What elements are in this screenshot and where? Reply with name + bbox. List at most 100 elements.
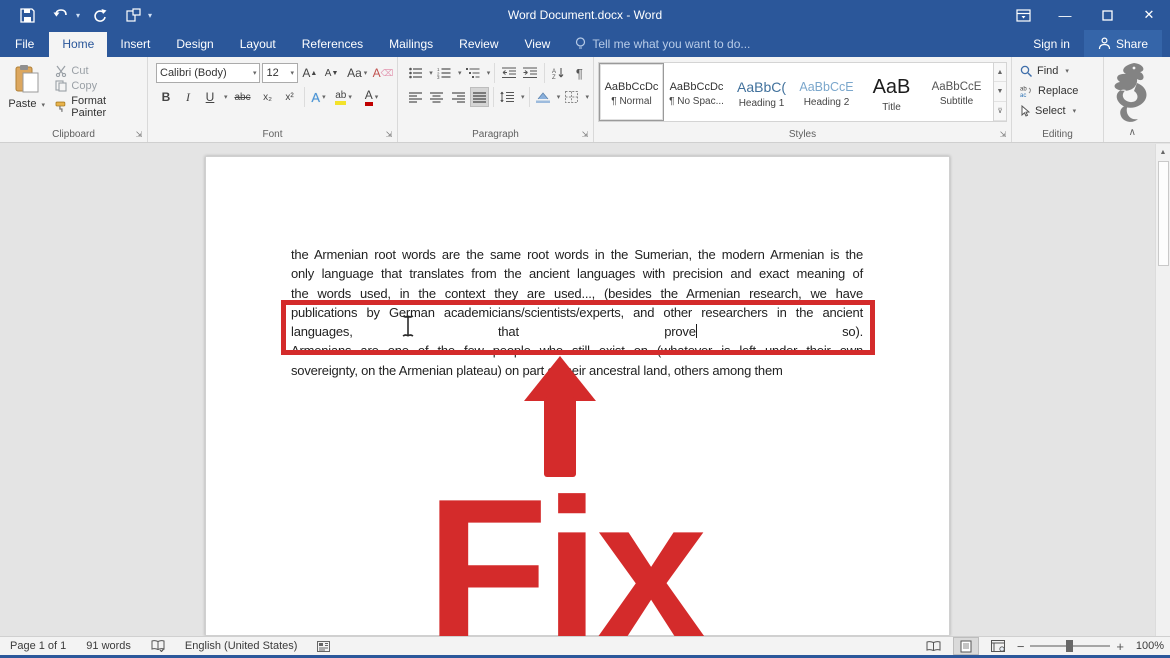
underline-dropdown-icon[interactable]: ▾: [224, 93, 228, 101]
style-title[interactable]: AaB Title: [859, 63, 924, 121]
grow-font-button[interactable]: A▲: [300, 63, 320, 83]
window-title: Word Document.docx - Word: [0, 8, 1170, 22]
ribbon: Paste ▾ Cut Copy Format Painter Clipboar…: [0, 57, 1170, 143]
replace-button[interactable]: abac Replace: [1020, 81, 1099, 101]
format-painter-label: Format Painter: [71, 95, 143, 119]
tab-insert[interactable]: Insert: [107, 32, 163, 57]
text-effects-button[interactable]: A▾: [309, 87, 329, 107]
paste-dropdown-icon[interactable]: ▾: [42, 102, 46, 109]
paragraph-dialog-launcher[interactable]: ⇲: [580, 130, 590, 140]
numbering-icon[interactable]: 123: [435, 63, 454, 83]
close-button[interactable]: ✕: [1128, 0, 1170, 30]
sort-icon[interactable]: AZ: [549, 63, 568, 83]
clipboard-dialog-launcher[interactable]: ⇲: [134, 130, 144, 140]
style-heading-2[interactable]: AaBbCcE Heading 2: [794, 63, 859, 121]
borders-icon[interactable]: [562, 87, 581, 107]
zoom-out-button[interactable]: −: [1017, 639, 1025, 654]
styles-dialog-launcher[interactable]: ⇲: [998, 130, 1008, 140]
line-spacing-icon[interactable]: [498, 87, 517, 107]
align-right-icon[interactable]: [448, 87, 467, 107]
tell-me-box[interactable]: Tell me what you want to do...: [563, 32, 762, 57]
find-button[interactable]: Find▾: [1020, 61, 1099, 81]
minimize-button[interactable]: —: [1044, 0, 1086, 30]
font-name-select[interactable]: Calibri (Body)▾: [156, 63, 260, 83]
touch-mode-icon[interactable]: [118, 2, 148, 28]
svg-text:ac: ac: [1020, 93, 1026, 97]
tab-file[interactable]: File: [0, 32, 49, 57]
shrink-font-button[interactable]: A▼: [322, 63, 342, 83]
scrollbar-thumb[interactable]: [1158, 161, 1169, 266]
align-center-icon[interactable]: [427, 87, 446, 107]
redo-icon[interactable]: [84, 2, 114, 28]
italic-button[interactable]: I: [178, 87, 198, 107]
select-button[interactable]: Select▾: [1020, 101, 1099, 121]
tab-mailings[interactable]: Mailings: [376, 32, 446, 57]
multilevel-list-icon[interactable]: [463, 63, 482, 83]
tab-review[interactable]: Review: [446, 32, 511, 57]
font-dialog-launcher[interactable]: ⇲: [384, 130, 394, 140]
share-button[interactable]: Share: [1084, 30, 1162, 57]
zoom-slider[interactable]: [1030, 645, 1110, 647]
vertical-scrollbar[interactable]: ▲: [1155, 144, 1170, 636]
web-layout-button[interactable]: [985, 637, 1011, 655]
ribbon-display-options-icon[interactable]: [1002, 0, 1044, 30]
tab-references[interactable]: References: [289, 32, 376, 57]
zoom-level[interactable]: 100%: [1130, 640, 1164, 652]
justify-icon[interactable]: [470, 87, 489, 107]
svg-text:ab: ab: [1020, 87, 1027, 93]
read-mode-button[interactable]: [921, 637, 947, 655]
show-hide-pilcrow-button[interactable]: ¶: [570, 63, 589, 83]
page-indicator[interactable]: Page 1 of 1: [0, 640, 76, 652]
zoom-in-button[interactable]: +: [1116, 639, 1124, 654]
style-normal[interactable]: AaBbCcDc ¶ Normal: [599, 63, 664, 121]
zoom-slider-thumb[interactable]: [1066, 640, 1073, 652]
decrease-indent-icon[interactable]: [499, 63, 518, 83]
superscript-button[interactable]: x²: [280, 87, 300, 107]
proofing-status[interactable]: [141, 640, 175, 652]
maximize-button[interactable]: [1086, 0, 1128, 30]
style-subtitle[interactable]: AaBbCcE Subtitle: [924, 63, 989, 121]
styles-gallery-more-icon[interactable]: ⊽: [994, 102, 1006, 121]
styles-scroll-up-icon[interactable]: ▲: [994, 63, 1006, 82]
tab-layout[interactable]: Layout: [227, 32, 289, 57]
increase-indent-icon[interactable]: [520, 63, 539, 83]
save-icon[interactable]: [12, 2, 42, 28]
font-name-value: Calibri (Body): [160, 67, 227, 79]
status-bar: Page 1 of 1 91 words English (United Sta…: [0, 636, 1170, 658]
tab-design[interactable]: Design: [163, 32, 226, 57]
font-size-select[interactable]: 12▾: [262, 63, 298, 83]
change-case-button[interactable]: Aa▾: [343, 63, 371, 83]
print-layout-button[interactable]: [953, 637, 979, 655]
language-indicator[interactable]: English (United States): [175, 640, 308, 652]
clipboard-group: Paste ▾ Cut Copy Format Painter Clipboar…: [0, 57, 148, 142]
styles-scroll-down-icon[interactable]: ▼: [994, 82, 1006, 101]
style-heading-1[interactable]: AaBbC( Heading 1: [729, 63, 794, 121]
word-count[interactable]: 91 words: [76, 640, 141, 652]
clear-formatting-button[interactable]: A⌫: [373, 63, 393, 83]
bold-button[interactable]: B: [156, 87, 176, 107]
shading-icon[interactable]: [534, 87, 553, 107]
macro-record-icon[interactable]: [307, 641, 340, 652]
highlight-button[interactable]: ab▾: [331, 87, 357, 107]
customize-qat-icon[interactable]: ▾: [148, 11, 152, 20]
copy-button[interactable]: Copy: [55, 80, 143, 92]
collapse-ribbon-icon[interactable]: ∧: [1129, 127, 1136, 138]
paste-button[interactable]: Paste ▾: [4, 61, 49, 126]
find-label: Find: [1037, 65, 1058, 77]
format-painter-button[interactable]: Format Painter: [55, 95, 143, 119]
underline-button[interactable]: U: [200, 87, 220, 107]
cut-button[interactable]: Cut: [55, 65, 143, 77]
bullets-icon[interactable]: [406, 63, 425, 83]
align-left-icon[interactable]: [406, 87, 425, 107]
style-no-spacing[interactable]: AaBbCcDc ¶ No Spac...: [664, 63, 729, 121]
subscript-button[interactable]: x₂: [258, 87, 278, 107]
document-area: the Armenian root words are the same roo…: [0, 144, 1170, 636]
undo-icon[interactable]: [46, 2, 76, 28]
strikethrough-button[interactable]: abc: [230, 87, 256, 107]
font-color-button[interactable]: A▾: [359, 87, 385, 107]
tab-view[interactable]: View: [512, 32, 564, 57]
scroll-up-icon[interactable]: ▲: [1156, 144, 1170, 160]
tab-home[interactable]: Home: [49, 32, 107, 57]
sign-in-link[interactable]: Sign in: [1019, 37, 1084, 51]
undo-dropdown-icon[interactable]: ▾: [76, 11, 80, 20]
